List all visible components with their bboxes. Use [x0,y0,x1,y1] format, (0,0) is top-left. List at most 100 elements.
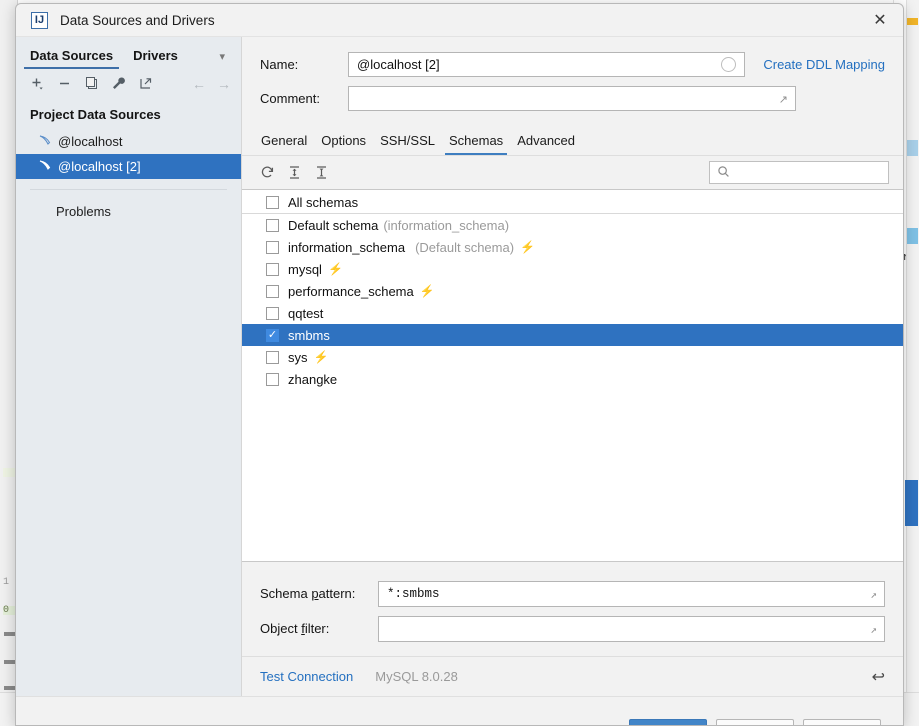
gutter-line-number: 1 [3,577,10,588]
arrow-left-icon[interactable]: ← [188,76,210,92]
schema-list[interactable]: All schemas Default schema (information_… [242,189,903,562]
search-icon [717,165,730,181]
schema-toolbar [242,155,903,189]
tab-data-sources[interactable]: Data Sources [20,44,123,69]
schema-pattern-value: *:smbms [387,586,440,601]
datasource-settings-panel: Name: @localhost [2] Create DDL Mapping … [242,37,903,696]
connection-status-bar: Test Connection MySQL 8.0.28 ↩ [242,656,903,696]
expand-editor-icon[interactable]: ↗ [870,623,877,637]
tab-ssh-ssl[interactable]: SSH/SSL [373,133,442,155]
arrow-right-icon[interactable]: → [213,76,235,92]
list-item[interactable]: performance_schema ⚡ [242,280,903,302]
remove-icon[interactable] [52,73,76,95]
checkbox[interactable] [266,328,279,342]
scrollbar-thumb[interactable] [905,480,918,526]
schema-label: smbms [288,327,330,343]
tab-general[interactable]: General [254,133,314,155]
schema-pattern-label-pre: Schema [260,586,312,601]
list-item[interactable]: Default schema (information_schema) [242,214,903,236]
checkbox[interactable] [266,306,279,320]
expand-all-icon[interactable] [281,161,308,185]
list-item[interactable]: qqtest [242,302,903,324]
name-label: Name: [260,56,299,72]
sidebar-item-problems[interactable]: Problems [16,190,241,219]
mysql-datasource-icon [38,133,58,150]
expand-editor-icon[interactable]: ↗ [779,93,788,106]
chevron-down-icon[interactable]: ▾ [219,50,237,69]
search-input[interactable] [709,161,889,184]
schema-pattern-row: Schema pattern: *:smbms ↗ [242,576,903,611]
dialog-titlebar: IJ Data Sources and Drivers ✕ [16,4,903,37]
name-input[interactable]: @localhost [2] [348,51,746,77]
schema-pattern-label: Schema pattern: [260,586,378,601]
cancel-button[interactable]: Cancel [716,719,794,725]
apply-button[interactable]: Apply [803,719,881,725]
comment-input[interactable]: ↗ [348,85,796,111]
list-item[interactable]: All schemas [242,192,903,214]
tab-schemas[interactable]: Schemas [442,133,510,155]
list-item-selected[interactable]: smbms [242,324,903,346]
close-icon[interactable]: ✕ [857,4,903,36]
name-row: Name: @localhost [2] Create DDL Mapping [242,47,903,81]
schema-pattern-label-post: attern: [318,586,356,601]
open-external-icon[interactable] [133,73,157,95]
checkbox[interactable] [266,262,279,276]
wrench-icon[interactable] [106,73,130,95]
refresh-icon[interactable] [254,161,281,185]
data-sources-toolbar: ← → [16,69,241,98]
gutter-fold-icon[interactable] [4,632,15,636]
schema-pattern-input[interactable]: *:smbms ↗ [378,580,885,607]
checkbox[interactable] [266,350,279,364]
driver-version-label: MySQL 8.0.28 [375,669,458,684]
list-item[interactable]: mysql ⚡ [242,258,903,280]
schema-note: (Default schema) [415,239,515,255]
tab-drivers[interactable]: Drivers [123,44,188,69]
gutter-line-number: 0 [3,606,15,616]
list-item[interactable]: sys ⚡ [242,346,903,368]
checkbox[interactable] [266,240,279,254]
mysql-datasource-icon [38,158,58,175]
collapse-all-icon[interactable] [308,161,335,185]
test-connection-link[interactable]: Test Connection [260,669,353,684]
checkbox[interactable] [266,284,279,298]
filter-fields: Schema pattern: *:smbms ↗ Object filter:… [242,562,903,656]
object-filter-label-pre: Object [260,621,302,636]
sidebar-item-localhost-2[interactable]: @localhost [2] [16,154,241,179]
config-tabs: General Options SSH/SSL Schemas Advanced [242,115,903,155]
ok-button[interactable]: OK [629,719,707,725]
lightning-icon: ⚡ [313,350,329,364]
revert-icon[interactable]: ↩ [872,667,885,687]
tab-options[interactable]: Options [314,133,373,155]
object-filter-input[interactable]: ↗ [378,615,885,642]
schema-note: (information_schema) [383,217,510,233]
checkbox[interactable] [266,218,279,232]
schema-label: Default schema [288,217,379,233]
checkbox[interactable] [266,372,279,386]
dialog-footer: OK Cancel Apply [16,696,903,725]
sidebar-item-label: @localhost [58,134,123,149]
gutter-fold-icon[interactable] [4,686,15,690]
tab-advanced[interactable]: Advanced [510,133,582,155]
editor-scrollbar[interactable] [905,0,919,726]
gutter-fold-marker [3,468,15,477]
gutter-fold-icon[interactable] [4,660,15,664]
copy-icon[interactable] [79,73,103,95]
checkbox[interactable] [266,196,279,209]
name-input-value: @localhost [2] [357,56,440,72]
comment-row: Comment: ↗ [242,81,903,115]
expand-editor-icon[interactable]: ↗ [870,588,877,602]
scrollbar-marker [907,18,918,25]
comment-label: Comment: [260,90,320,106]
list-item[interactable]: information_schema (Default schema) ⚡ [242,236,903,258]
lightning-icon: ⚡ [327,262,343,276]
sidebar-item-localhost[interactable]: @localhost [16,129,241,154]
list-item[interactable]: zhangke [242,368,903,390]
object-filter-row: Object filter: ↗ [242,611,903,646]
sidebar-item-label: @localhost [2] [58,159,141,174]
create-ddl-mapping-link[interactable]: Create DDL Mapping [763,57,885,72]
add-icon[interactable] [25,73,49,95]
scrollbar-marker [907,228,918,244]
schema-label: mysql [288,261,322,277]
status-circle-icon [721,56,737,72]
data-sources-and-drivers-dialog: IJ Data Sources and Drivers ✕ Data Sourc… [15,3,904,726]
